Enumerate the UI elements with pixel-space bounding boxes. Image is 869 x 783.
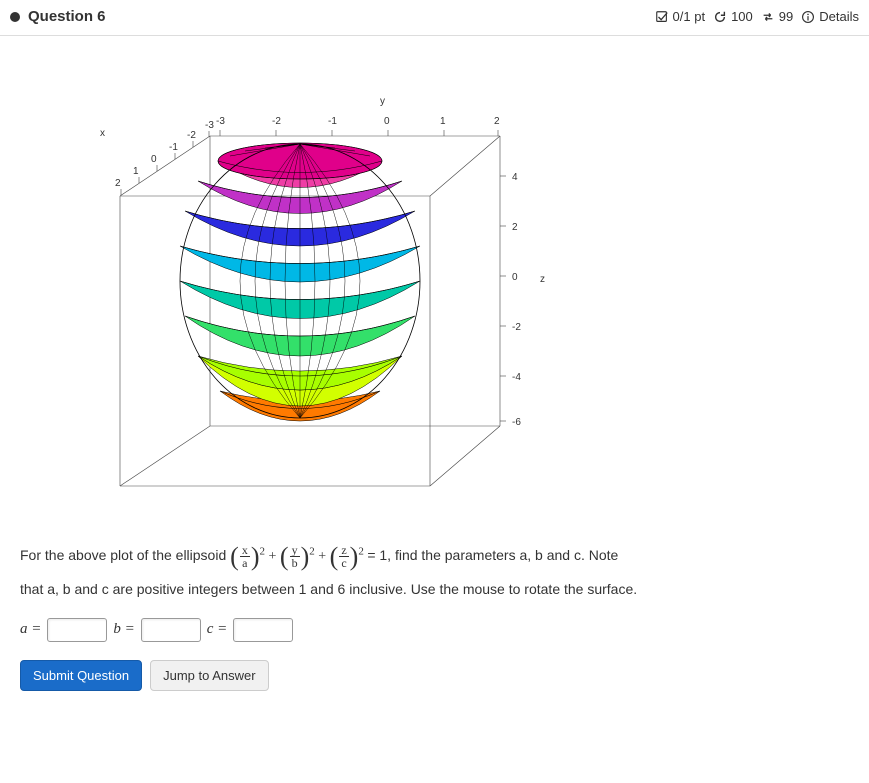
details-text: Details bbox=[819, 9, 859, 24]
b-input[interactable] bbox=[141, 618, 201, 642]
b-label: b = bbox=[113, 621, 134, 638]
svg-text:-1: -1 bbox=[169, 142, 178, 153]
attempts-text: 99 bbox=[779, 9, 793, 24]
svg-text:-2: -2 bbox=[272, 116, 281, 127]
details-link[interactable]: Details bbox=[801, 9, 859, 24]
svg-text:0: 0 bbox=[512, 272, 518, 283]
svg-text:-3: -3 bbox=[216, 116, 225, 127]
a-input[interactable] bbox=[47, 618, 107, 642]
prompt-tail: = 1, find the parameters a, b and c. Not… bbox=[367, 547, 618, 563]
submit-button[interactable]: Submit Question bbox=[20, 660, 142, 691]
score-text: 0/1 pt bbox=[673, 9, 706, 24]
checkbox-icon bbox=[655, 10, 669, 24]
svg-text:2: 2 bbox=[115, 178, 121, 189]
equation: (xa)2 + (yb)2 + (zc)2 bbox=[230, 549, 367, 564]
status-dot-icon bbox=[10, 12, 20, 22]
question-meta: 0/1 pt 100 99 Details bbox=[655, 9, 859, 24]
question-header: Question 6 0/1 pt 100 99 bbox=[0, 0, 869, 36]
svg-text:y: y bbox=[380, 96, 385, 107]
answer-inputs: a = b = c = bbox=[20, 618, 849, 642]
prompt-lead: For the above plot of the ellipsoid bbox=[20, 547, 230, 563]
svg-text:-2: -2 bbox=[187, 130, 196, 141]
svg-text:-3: -3 bbox=[205, 120, 214, 131]
svg-text:x: x bbox=[100, 128, 105, 139]
attempts-block: 99 bbox=[761, 9, 793, 24]
question-label: Question 6 bbox=[28, 8, 106, 25]
score-block: 0/1 pt bbox=[655, 9, 706, 24]
question-body: 2 1 0 -1 -2 -3 x -3 -2 -1 0 1 2 y 4 2 0 … bbox=[0, 36, 869, 721]
a-label: a = bbox=[20, 621, 41, 638]
ellipsoid-plot[interactable]: 2 1 0 -1 -2 -3 x -3 -2 -1 0 1 2 y 4 2 0 … bbox=[20, 56, 580, 516]
svg-text:-2: -2 bbox=[512, 322, 521, 333]
question-title-block: Question 6 bbox=[10, 8, 106, 25]
svg-text:0: 0 bbox=[384, 116, 390, 127]
svg-text:1: 1 bbox=[133, 166, 139, 177]
prompt-line2: that a, b and c are positive integers be… bbox=[20, 581, 637, 597]
retries-block: 100 bbox=[713, 9, 753, 24]
svg-text:1: 1 bbox=[440, 116, 446, 127]
svg-text:0: 0 bbox=[151, 154, 157, 165]
prompt-text: For the above plot of the ellipsoid (xa)… bbox=[20, 536, 849, 600]
svg-text:2: 2 bbox=[512, 222, 518, 233]
jump-button[interactable]: Jump to Answer bbox=[150, 660, 269, 691]
info-icon bbox=[801, 10, 815, 24]
swap-icon bbox=[761, 10, 775, 24]
retry-icon bbox=[713, 10, 727, 24]
svg-text:2: 2 bbox=[494, 116, 500, 127]
action-buttons: Submit Question Jump to Answer bbox=[20, 660, 849, 691]
c-input[interactable] bbox=[233, 618, 293, 642]
c-label: c = bbox=[207, 621, 228, 638]
svg-text:-1: -1 bbox=[328, 116, 337, 127]
svg-text:-6: -6 bbox=[512, 417, 521, 428]
retries-text: 100 bbox=[731, 9, 753, 24]
ellipsoid-surface bbox=[180, 143, 420, 421]
svg-text:4: 4 bbox=[512, 172, 518, 183]
svg-text:z: z bbox=[540, 274, 545, 285]
svg-text:-4: -4 bbox=[512, 372, 521, 383]
